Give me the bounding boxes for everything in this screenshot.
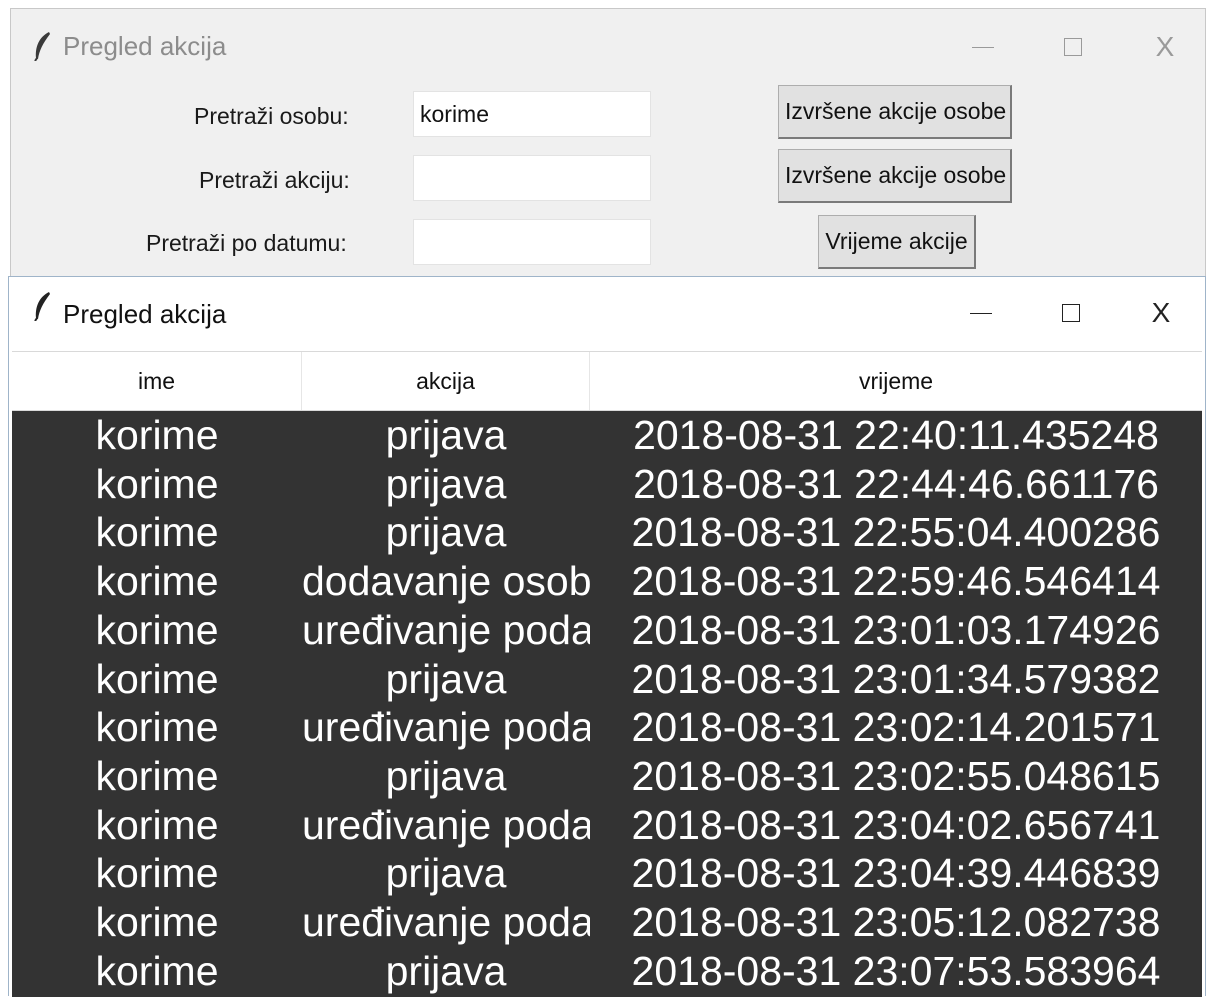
table-cell-akcija: prijava xyxy=(385,752,507,799)
table-cell-ime: korime xyxy=(95,460,219,507)
table-row[interactable]: korime prijava 2018-08-31 23:04:39.446839 xyxy=(12,849,1202,898)
column-header-akcija[interactable]: akcija xyxy=(302,352,590,410)
minimize-icon[interactable] xyxy=(961,293,1001,333)
table-cell-vrijeme: 2018-08-31 23:04:39.446839 xyxy=(631,850,1161,897)
table-cell-akcija: uređivanje podat xyxy=(302,801,590,848)
table-cell-vrijeme: 2018-08-31 23:01:34.579382 xyxy=(631,655,1161,702)
table-cell-ime: korime xyxy=(95,801,219,848)
table-row[interactable]: korime uređivanje podat 2018-08-31 23:04:0… xyxy=(12,801,1202,850)
table-cell-vrijeme: 2018-08-31 23:01:03.174926 xyxy=(631,606,1161,653)
search-action-input[interactable] xyxy=(413,155,651,201)
action-actions-button[interactable]: Izvršene akcije osobe xyxy=(778,149,1012,203)
table-row[interactable]: korime prijava 2018-08-31 23:07:53.583964 xyxy=(12,947,1202,996)
table-row[interactable]: korime uređivanje podat 2018-08-31 23:05:1… xyxy=(12,898,1202,947)
table-row[interactable]: korime prijava 2018-08-31 23:02:55.048615 xyxy=(12,752,1202,801)
table-cell-akcija: prijava xyxy=(385,460,507,507)
table-row[interactable]: korime prijava 2018-08-31 22:44:46.661176 xyxy=(12,460,1202,509)
search-person-input[interactable] xyxy=(413,91,651,137)
search-date-input[interactable] xyxy=(413,219,651,265)
table-cell-akcija: prijava xyxy=(385,850,507,897)
table-cell-akcija: prijava xyxy=(385,655,507,702)
maximize-icon[interactable] xyxy=(1051,293,1091,333)
search-window-titlebar[interactable]: Pregled akcija X xyxy=(11,9,1205,85)
person-actions-button[interactable]: Izvršene akcije osobe xyxy=(778,85,1012,139)
action-time-button[interactable]: Vrijeme akcije xyxy=(818,215,976,269)
table-cell-akcija: uređivanje podat xyxy=(302,606,590,653)
column-header-vrijeme[interactable]: vrijeme xyxy=(590,352,1202,410)
actions-table[interactable]: ime akcija vrijeme korime prijava 2018-08-… xyxy=(12,351,1202,997)
table-row[interactable]: korime dodavanje osobe 2018-08-31 22:59:46… xyxy=(12,557,1202,606)
close-icon[interactable]: X xyxy=(1141,293,1181,333)
close-icon[interactable]: X xyxy=(1145,27,1185,67)
table-cell-ime: korime xyxy=(95,850,219,897)
feather-icon xyxy=(33,291,53,322)
table-cell-vrijeme: 2018-08-31 22:40:11.435248 xyxy=(633,412,1159,458)
table-cell-vrijeme: 2018-08-31 22:59:46.546414 xyxy=(631,558,1161,605)
search-window: Pregled akcija X Pretraži osobu: Izvršen… xyxy=(10,8,1206,278)
search-person-label: Pretraži osobu: xyxy=(194,103,349,129)
table-cell-akcija: prijava xyxy=(385,412,507,458)
results-window: Pregled akcija X ime akcija vrijeme kori… xyxy=(8,276,1206,997)
table-cell-akcija: uređivanje podat xyxy=(302,899,590,945)
table-row[interactable]: korime uređivanje podat 2018-08-31 23:01:0… xyxy=(12,606,1202,655)
table-cell-vrijeme: 2018-08-31 23:02:55.048615 xyxy=(631,752,1161,799)
table-header: ime akcija vrijeme xyxy=(12,351,1202,411)
minimize-icon[interactable] xyxy=(963,27,1003,67)
table-cell-akcija: dodavanje osobe xyxy=(302,558,590,605)
feather-icon xyxy=(33,31,53,62)
table-cell-vrijeme: 2018-08-31 22:55:04.400286 xyxy=(631,509,1161,556)
table-cell-akcija: prijava xyxy=(385,509,507,556)
window-title: Pregled akcija xyxy=(63,31,227,61)
maximize-icon[interactable] xyxy=(1053,27,1093,67)
table-cell-ime: korime xyxy=(95,558,219,605)
table-cell-ime: korime xyxy=(95,947,219,994)
table-cell-ime: korime xyxy=(95,412,219,458)
table-cell-vrijeme: 2018-08-31 23:07:53.583964 xyxy=(631,947,1161,994)
table-cell-vrijeme: 2018-08-31 23:02:14.201571 xyxy=(631,704,1161,751)
table-row[interactable]: korime prijava 2018-08-31 22:40:11.435248 xyxy=(12,411,1202,460)
table-row[interactable]: korime prijava 2018-08-31 23:01:34.579382 xyxy=(12,655,1202,704)
table-cell-ime: korime xyxy=(95,655,219,702)
table-row[interactable]: korime uređivanje podat 2018-08-31 23:02:1… xyxy=(12,703,1202,752)
search-date-label: Pretraži po datumu: xyxy=(146,230,347,256)
table-cell-ime: korime xyxy=(95,704,219,751)
search-action-label: Pretraži akciju: xyxy=(199,167,350,193)
table-cell-vrijeme: 2018-08-31 23:05:12.082738 xyxy=(631,899,1161,945)
table-cell-ime: korime xyxy=(95,606,219,653)
table-cell-ime: korime xyxy=(95,899,219,945)
results-window-titlebar[interactable]: Pregled akcija X xyxy=(9,277,1205,351)
table-cell-akcija: uređivanje podat xyxy=(302,704,590,751)
table-cell-vrijeme: 2018-08-31 22:44:46.661176 xyxy=(633,460,1159,507)
window-title: Pregled akcija xyxy=(63,299,227,329)
table-cell-ime: korime xyxy=(95,752,219,799)
table-cell-vrijeme: 2018-08-31 23:04:02.656741 xyxy=(631,801,1161,848)
table-cell-akcija: prijava xyxy=(385,947,507,994)
table-cell-ime: korime xyxy=(95,509,219,556)
column-header-ime[interactable]: ime xyxy=(12,352,302,410)
table-row[interactable]: korime prijava 2018-08-31 22:55:04.400286 xyxy=(12,508,1202,557)
